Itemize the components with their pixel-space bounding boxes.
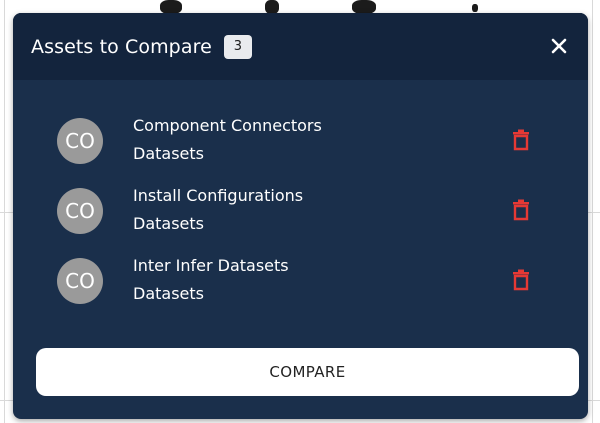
asset-name: Component Connectors [133,116,322,135]
trash-icon [513,129,529,151]
asset-list[interactable]: CO Component Connectors Datasets CO Inst… [13,106,588,308]
delete-asset-button[interactable] [511,199,531,221]
map-feature [160,0,182,14]
map-feature [472,4,478,12]
asset-info: Inter Infer Datasets Datasets [133,252,463,308]
asset-info: Install Configurations Datasets [133,182,463,238]
close-icon [551,38,567,54]
asset-type: Datasets [133,144,204,163]
asset-name: Inter Infer Datasets [133,256,289,275]
asset-name: Install Configurations [133,186,304,205]
delete-asset-button[interactable] [511,129,531,151]
map-feature [265,0,279,14]
close-button[interactable] [548,35,570,57]
asset-type: Datasets [133,214,204,233]
map-gridline [4,0,5,423]
asset-item: CO Install Configurations Datasets [13,176,588,246]
map-gridline [592,0,593,423]
compare-button[interactable]: COMPARE [36,348,579,396]
asset-item: CO Component Connectors Datasets [13,106,588,176]
trash-icon [513,199,529,221]
asset-item: CO Inter Infer Datasets Datasets [13,246,588,308]
panel-title: Assets to Compare [31,35,212,58]
panel-header: Assets to Compare 3 [13,13,588,80]
avatar: CO [57,258,103,304]
avatar: CO [57,118,103,164]
asset-info: Component Connectors Datasets [133,112,463,168]
map-feature [352,0,376,14]
avatar: CO [57,188,103,234]
trash-icon [513,269,529,291]
compare-panel: Assets to Compare 3 CO Component Connect… [13,13,588,419]
asset-count-badge: 3 [223,34,252,59]
delete-asset-button[interactable] [511,269,531,291]
asset-type: Datasets [133,284,204,303]
